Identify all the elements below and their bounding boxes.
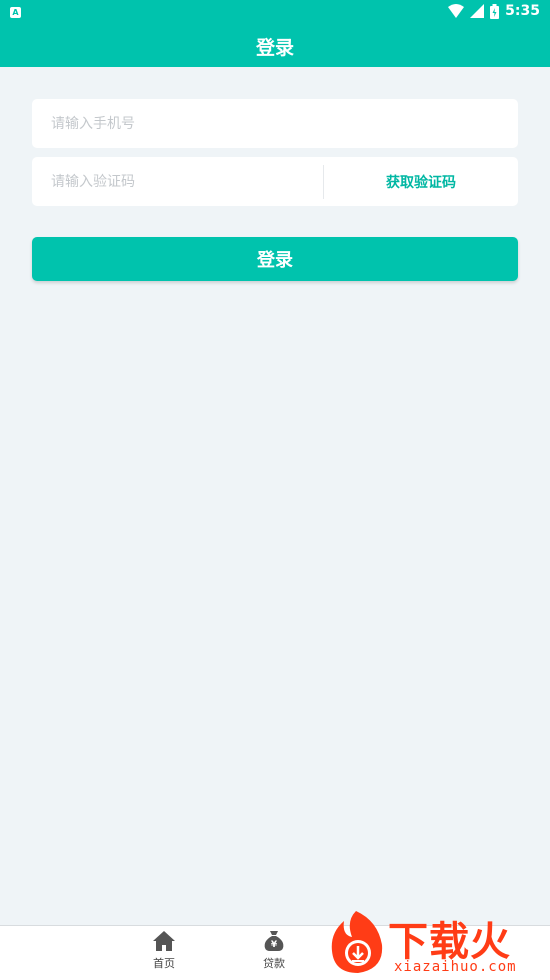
tab-label: 首页: [153, 957, 175, 970]
signal-icon: [470, 4, 485, 18]
notification-icon: A: [10, 7, 21, 18]
svg-text:¥: ¥: [271, 940, 278, 950]
code-field: 获取验证码: [32, 156, 518, 207]
verification-code-input[interactable]: [32, 156, 323, 207]
clock: 5:35: [505, 3, 540, 19]
status-icons: 5:35: [448, 3, 540, 19]
login-button[interactable]: 登录: [32, 237, 518, 281]
page-header: 登录: [0, 25, 550, 67]
home-icon: [153, 931, 175, 951]
battery-icon: [490, 3, 500, 19]
page-title: 登录: [255, 36, 294, 59]
get-code-button[interactable]: 获取验证码: [324, 172, 518, 192]
tab-loan[interactable]: ¥ 贷款: [244, 930, 304, 971]
status-bar: A 5:35: [0, 0, 550, 25]
phone-field[interactable]: [32, 98, 518, 149]
tab-label: 贷款: [263, 957, 285, 970]
flame-icon: [331, 911, 383, 973]
tab-home[interactable]: 首页: [134, 930, 194, 971]
wifi-icon: [448, 4, 465, 18]
watermark-logo: 下载火 xiazaihuo.com: [326, 905, 550, 979]
phone-input[interactable]: [32, 98, 513, 149]
money-bag-icon: ¥: [264, 931, 284, 951]
watermark-url: xiazaihuo.com: [394, 959, 517, 975]
